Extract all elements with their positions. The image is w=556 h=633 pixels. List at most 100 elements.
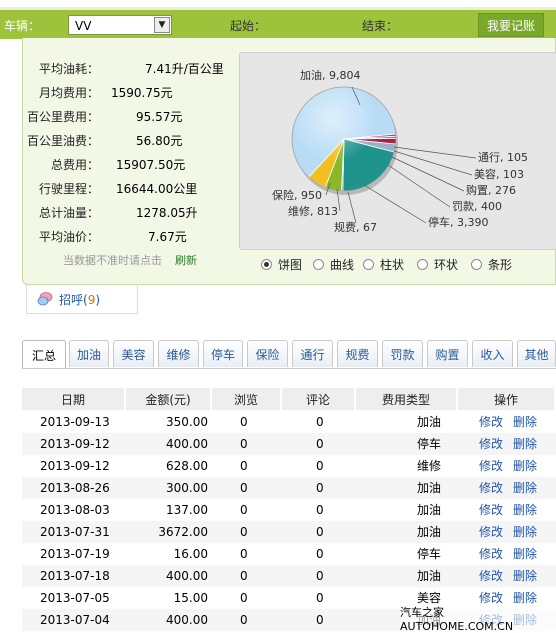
tab-8[interactable]: 规费	[337, 340, 378, 367]
greet-box: 招呼(9)	[26, 285, 138, 314]
chart-type-1[interactable]: 饼图	[261, 256, 302, 273]
delete-link[interactable]: 删除	[513, 521, 537, 543]
edit-link[interactable]: 修改	[479, 455, 503, 477]
greet-link[interactable]: 招呼(9)	[59, 291, 100, 308]
radio-label: 饼图	[278, 258, 303, 272]
radio-icon[interactable]	[261, 259, 272, 270]
radio-label: 环状	[434, 258, 459, 272]
comments-cell: 0	[316, 437, 324, 451]
date-cell: 2013-07-19	[40, 547, 110, 561]
table-row: 2013-09-12 628.00 0 0 维修 修改 删除	[22, 455, 556, 477]
radio-icon[interactable]	[363, 259, 374, 270]
table-row: 2013-08-26 300.00 0 0 加油 修改 删除	[22, 477, 556, 499]
tab-9[interactable]: 罚款	[382, 340, 423, 367]
comments-cell: 0	[316, 459, 324, 473]
stat-label: 月均费用：	[38, 86, 99, 100]
comments-cell: 0	[316, 613, 324, 627]
delete-link[interactable]: 删除	[513, 477, 537, 499]
amount-cell: 628.00	[166, 459, 208, 473]
views-cell: 0	[240, 591, 248, 605]
edit-link[interactable]: 修改	[479, 521, 503, 543]
type-cell: 加油	[416, 481, 441, 495]
type-cell: 加油	[416, 415, 441, 429]
pie-leader-line	[387, 164, 451, 208]
delete-link[interactable]: 删除	[513, 455, 537, 477]
date-cell: 2013-07-31	[40, 525, 110, 539]
type-cell: 加油	[416, 525, 441, 539]
tab-3[interactable]: 美容	[113, 340, 154, 367]
radio-icon[interactable]	[313, 259, 324, 270]
date-cell: 2013-09-12	[40, 437, 110, 451]
views-cell: 0	[240, 525, 248, 539]
edit-link[interactable]: 修改	[479, 433, 503, 455]
amount-cell: 3672.00	[158, 525, 208, 539]
views-cell: 0	[240, 547, 248, 561]
tab-10[interactable]: 购置	[427, 340, 468, 367]
views-cell: 0	[240, 481, 248, 495]
edit-link[interactable]: 修改	[479, 477, 503, 499]
amount-cell: 400.00	[166, 437, 208, 451]
chart-type-3[interactable]: 柱状	[363, 256, 404, 273]
column-header[interactable]: 评论	[282, 388, 356, 410]
radio-icon[interactable]	[417, 259, 428, 270]
edit-link[interactable]: 修改	[479, 499, 503, 521]
car-select[interactable]: VV ▼	[68, 15, 172, 35]
date-cell: 2013-09-12	[40, 459, 110, 473]
pie-label: 美容, 103	[474, 167, 524, 181]
tab-4[interactable]: 维修	[158, 340, 199, 367]
edit-link[interactable]: 修改	[479, 543, 503, 565]
views-cell: 0	[240, 415, 248, 429]
views-cell: 0	[240, 437, 248, 451]
pie-chart: 加油, 9,804 通行, 105 美容, 103 购置, 276 罚款, 400 停车,…	[272, 68, 528, 234]
delete-link[interactable]: 删除	[513, 565, 537, 587]
column-header[interactable]: 操作	[458, 388, 556, 410]
tab-11[interactable]: 收入	[472, 340, 513, 367]
radio-label: 柱状	[380, 258, 405, 272]
views-cell: 0	[240, 569, 248, 583]
chart-type-4[interactable]: 环状	[417, 256, 458, 273]
stat-value: 56.80元	[136, 134, 183, 148]
pie-gloss	[291, 86, 397, 192]
chart-type-2[interactable]: 曲线	[313, 256, 354, 273]
car-label: 车辆：	[4, 19, 41, 33]
pie-leader-line	[363, 184, 427, 224]
stat-label: 总费用：	[50, 158, 99, 172]
start-date-label: 起始：	[230, 19, 267, 33]
pie-label: 维修, 813	[288, 204, 338, 218]
stat-label: 百公里费用：	[26, 110, 99, 124]
column-header[interactable]: 日期	[22, 388, 126, 410]
pie-label: 停车, 3,390	[428, 215, 488, 229]
type-cell: 加油	[416, 503, 441, 517]
delete-link[interactable]: 删除	[513, 499, 537, 521]
refresh-link[interactable]: 刷新	[175, 252, 197, 268]
edit-link[interactable]: 修改	[479, 565, 503, 587]
tab-12[interactable]: 其他	[517, 340, 556, 367]
amount-cell: 16.00	[173, 547, 208, 561]
date-cell: 2013-08-03	[40, 503, 110, 517]
tab-5[interactable]: 停车	[203, 340, 243, 367]
column-header[interactable]: 金额(元)	[126, 388, 212, 410]
amount-cell: 137.00	[166, 503, 208, 517]
column-header[interactable]: 费用类型	[356, 388, 458, 410]
column-header[interactable]: 浏览	[212, 388, 282, 410]
stat-label: 行驶里程：	[38, 182, 99, 196]
delete-link[interactable]: 删除	[513, 543, 537, 565]
tab-6[interactable]: 保险	[247, 340, 288, 367]
stats-panel: 平均油耗： 7.41升/百公里 月均费用： 1590.75元 百公里费用： 95.57元百…	[22, 38, 556, 285]
delete-link[interactable]: 删除	[513, 411, 537, 433]
stat-value: 7.67元	[148, 230, 187, 244]
table-row: 2013-07-19 16.00 0 0 停车 修改 删除	[22, 543, 556, 565]
tab-7[interactable]: 通行	[292, 340, 333, 367]
chevron-down-icon[interactable]: ▼	[154, 17, 170, 33]
type-cell: 维修	[416, 459, 441, 473]
edit-link[interactable]: 修改	[479, 411, 503, 433]
record-expense-button[interactable]: 我要记账	[478, 13, 544, 37]
tab-1[interactable]: 汇总	[22, 340, 66, 369]
radio-icon[interactable]	[471, 259, 482, 270]
type-cell: 加油	[416, 569, 441, 583]
delete-link[interactable]: 删除	[513, 433, 537, 455]
greet-label: 招呼	[59, 293, 84, 307]
pie-label: 加油, 9,804	[300, 68, 360, 82]
tab-2[interactable]: 加油	[69, 340, 109, 367]
chart-type-5[interactable]: 条形	[471, 256, 512, 273]
